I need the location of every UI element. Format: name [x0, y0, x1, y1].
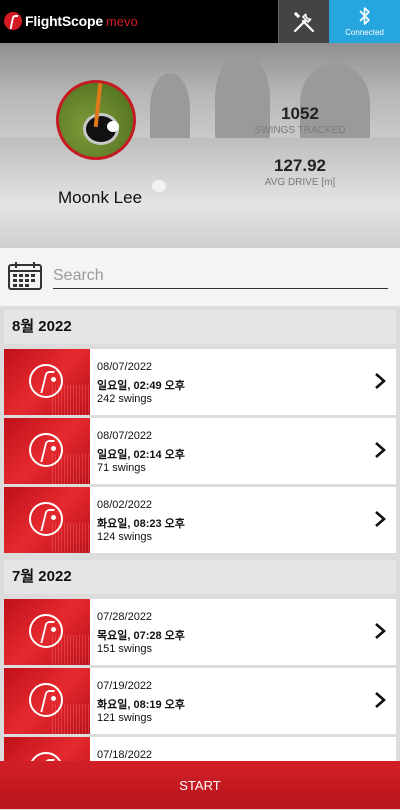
bluetooth-icon	[358, 7, 370, 25]
session-time: 일요일, 02:14 오후	[97, 449, 185, 461]
flightscope-logo-icon	[29, 683, 63, 717]
user-name: Moonk Lee	[57, 188, 143, 207]
session-row[interactable]: 08/02/2022 화요일, 08:23 오후 124 swings	[4, 487, 396, 553]
top-bar: FlightScope mevo Connected	[0, 0, 400, 43]
chevron-right-icon	[375, 623, 386, 639]
session-date: 08/07/2022	[97, 430, 153, 442]
chevron-right-icon	[375, 511, 386, 527]
session-date: 07/19/2022	[97, 680, 153, 692]
chevron-right-icon	[375, 442, 386, 458]
session-time: 화요일, 08:19 오후	[97, 699, 185, 711]
session-swings: 71 swings	[97, 462, 146, 474]
flightscope-logo-icon	[29, 433, 63, 467]
swings-tracked-label: SWINGS TRACKED	[254, 125, 346, 136]
avatar-ball	[107, 121, 119, 132]
brand-sub: mevo	[105, 13, 138, 29]
session-swings: 121 swings	[97, 712, 153, 724]
session-date: 07/28/2022	[97, 611, 153, 623]
session-swings: 151 swings	[97, 643, 153, 655]
session-thumbnail	[4, 668, 90, 734]
session-row[interactable]: 07/19/2022 화요일, 08:19 오후 121 swings	[4, 668, 396, 734]
session-row[interactable]: 08/07/2022 일요일, 02:49 오후 242 swings	[4, 349, 396, 415]
start-button[interactable]: START	[0, 761, 400, 809]
session-thumbnail	[4, 599, 90, 665]
session-time: 목요일, 07:28 오후	[97, 630, 185, 642]
wrench-screwdriver-icon	[293, 11, 315, 32]
flightscope-logo-icon	[4, 12, 22, 30]
chevron-right-icon	[375, 373, 386, 389]
swings-tracked-value: 1052	[281, 104, 319, 123]
avg-drive-label: AVG DRIVE [m]	[264, 177, 336, 188]
background-tree	[150, 73, 190, 143]
session-row[interactable]: 08/07/2022 일요일, 02:14 오후 71 swings	[4, 418, 396, 484]
flightscope-logo-icon	[29, 364, 63, 398]
flightscope-logo-icon	[29, 614, 63, 648]
session-date: 08/02/2022	[97, 499, 153, 511]
session-thumbnail	[4, 487, 90, 553]
session-time: 화요일, 08:23 오후	[97, 518, 185, 530]
month-header: 7월 2022	[4, 560, 396, 594]
session-thumbnail	[4, 349, 90, 415]
chevron-right-icon	[375, 692, 386, 708]
bluetooth-status: Connected	[345, 28, 384, 37]
calendar-icon[interactable]	[8, 262, 42, 290]
avg-drive-value: 127.92	[274, 156, 326, 175]
bluetooth-connection-button[interactable]: Connected	[329, 0, 400, 43]
session-swings: 124 swings	[97, 531, 153, 543]
search-input[interactable]	[53, 264, 388, 289]
profile-header	[0, 43, 400, 248]
avatar[interactable]	[56, 80, 136, 160]
brand-name: FlightScope	[25, 13, 103, 29]
session-row[interactable]: 07/28/2022 목요일, 07:28 오후 151 swings	[4, 599, 396, 665]
flightscope-logo: FlightScope mevo	[4, 10, 138, 32]
session-date: 07/18/2022	[97, 749, 153, 761]
settings-tools-button[interactable]	[278, 0, 329, 43]
session-time: 일요일, 02:49 오후	[97, 380, 185, 392]
session-thumbnail	[4, 418, 90, 484]
session-swings: 242 swings	[97, 393, 153, 405]
session-date: 08/07/2022	[97, 361, 153, 373]
flightscope-logo-icon	[29, 502, 63, 536]
month-header: 8월 2022	[4, 310, 396, 344]
